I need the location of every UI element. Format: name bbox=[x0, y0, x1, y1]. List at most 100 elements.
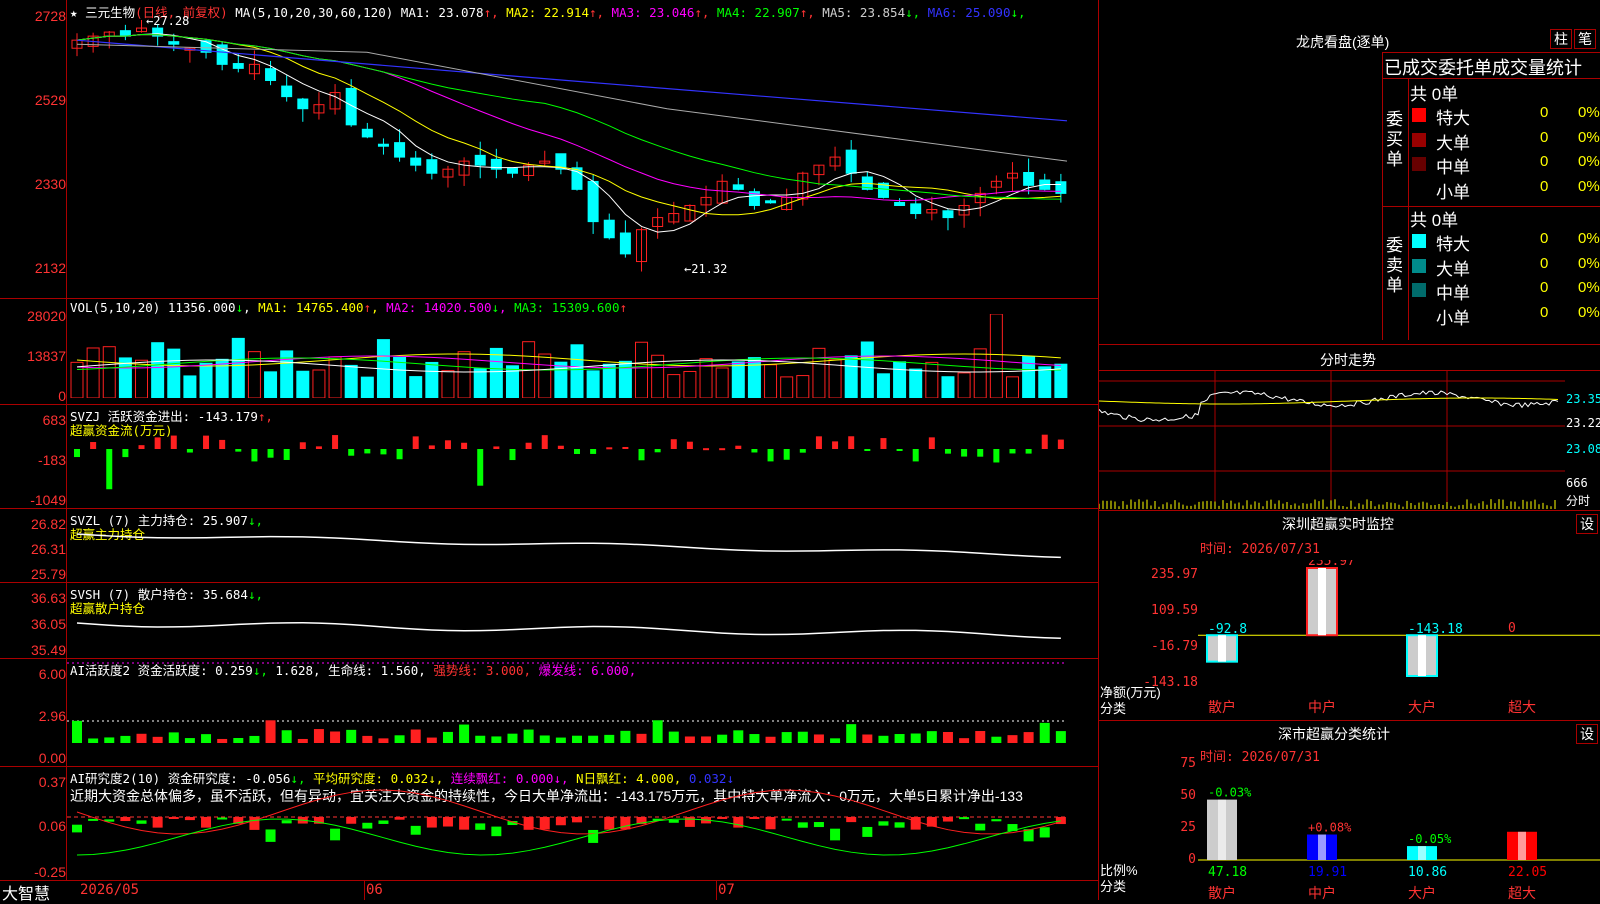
svzj-bar bbox=[90, 442, 97, 449]
ma-params: MA(5,10,20,30,60,120) bbox=[235, 5, 394, 20]
ai-research-chart[interactable] bbox=[67, 767, 1097, 880]
volume-bar bbox=[409, 376, 423, 398]
ai-active-bar bbox=[233, 738, 244, 743]
ai-active-chart[interactable] bbox=[67, 659, 1097, 766]
volume-bar bbox=[70, 361, 84, 398]
svsh-axis-2: 35.49 bbox=[30, 642, 66, 658]
ai-active-bar bbox=[1055, 731, 1066, 743]
bar-mode-button[interactable]: 柱 bbox=[1550, 29, 1572, 49]
sell-total: 共 0单 bbox=[1410, 211, 1459, 230]
monitor-settings-button[interactable]: 设 bbox=[1576, 514, 1598, 534]
candle-body bbox=[732, 184, 744, 190]
tick-mode-button[interactable]: 笔 bbox=[1574, 29, 1596, 49]
svzj-bar bbox=[799, 449, 806, 453]
ai-active-bar bbox=[394, 735, 405, 743]
ai-active-bar bbox=[346, 729, 357, 743]
monitor-chart[interactable]: -92.8 散户 235.97 中户 -143.18 大户 0 超大 bbox=[1198, 560, 1600, 720]
stock-name[interactable]: 三元生物 bbox=[85, 5, 135, 20]
volume-bar bbox=[780, 376, 794, 398]
volume-bar bbox=[909, 368, 923, 398]
sell-pct-0: 0% bbox=[1578, 230, 1600, 247]
ai-active-bar bbox=[588, 735, 599, 743]
ai-research-axis-0: 0.37 bbox=[38, 774, 66, 790]
candle-body bbox=[845, 149, 857, 174]
svzj-bar bbox=[928, 437, 935, 449]
candle-body bbox=[619, 232, 631, 255]
price-axis-2: 2330 bbox=[34, 176, 66, 192]
candle-body bbox=[587, 180, 599, 223]
svzj-bar bbox=[444, 440, 451, 449]
buy-value-3: 0 bbox=[1540, 177, 1549, 195]
stats-axis-2: 25 bbox=[1180, 820, 1196, 835]
svzl-axis-1: 26.31 bbox=[30, 541, 66, 557]
buy-label: 委买单 bbox=[1386, 110, 1403, 169]
volume-bar bbox=[570, 344, 584, 398]
intraday-chart[interactable] bbox=[1099, 371, 1565, 509]
monitor-bar-label-2: -143.18 bbox=[1408, 622, 1463, 637]
ai-research-bar bbox=[459, 817, 470, 830]
svzj-chart[interactable] bbox=[67, 405, 1097, 508]
stats-cat-0: 散户 bbox=[1208, 885, 1236, 900]
svzj-axis-1: -183 bbox=[37, 452, 66, 468]
ai-research-bar bbox=[265, 829, 276, 842]
ai-active-bar bbox=[572, 735, 582, 743]
candle-body bbox=[506, 167, 518, 174]
ai-research-bar bbox=[281, 820, 292, 824]
svsh-chart[interactable] bbox=[67, 583, 1097, 658]
buy-name-2: 中单 bbox=[1436, 158, 1470, 177]
brand-logo: 大智慧 bbox=[2, 886, 51, 903]
volume-chart[interactable] bbox=[67, 314, 1097, 398]
vol-axis-0: 28020 bbox=[27, 308, 66, 324]
svzj-bar bbox=[251, 449, 258, 462]
date-label-1: 06 bbox=[366, 882, 383, 898]
candle-body bbox=[1023, 171, 1035, 186]
svzj-bar bbox=[848, 436, 855, 449]
ma120-line bbox=[76, 39, 1068, 122]
ai-research-bar bbox=[330, 828, 341, 841]
ai-research-bar bbox=[620, 817, 631, 830]
sell-name-2: 中单 bbox=[1436, 284, 1470, 303]
svzj-bar bbox=[348, 449, 355, 456]
ai-research-bar bbox=[475, 823, 486, 830]
svzj-bar bbox=[815, 436, 822, 449]
svzj-bar bbox=[332, 435, 339, 449]
stats-chg-1: +0.08% bbox=[1308, 821, 1352, 835]
buy-pct-1: 0% bbox=[1578, 128, 1600, 146]
volume-bar bbox=[764, 364, 778, 398]
buy-swatch-0 bbox=[1412, 108, 1426, 122]
intraday-axis-1: 23.22 bbox=[1566, 416, 1600, 430]
ai-active-bar bbox=[168, 732, 179, 743]
stats-chart[interactable]: -0.03% 47.18 散户 +0.08% 19.91 中户 -0.05% 10.86 大户 2… bbox=[1198, 760, 1600, 900]
candle-body bbox=[394, 142, 406, 158]
candlestick-chart[interactable] bbox=[67, 20, 1097, 298]
stats-bar-shine-2 bbox=[1418, 846, 1426, 860]
ai-research-bar bbox=[217, 817, 228, 820]
volume-bar bbox=[957, 372, 971, 398]
ai-research-bar bbox=[1039, 827, 1050, 838]
svzj-bar bbox=[606, 447, 613, 450]
buy-total: 共 0单 bbox=[1410, 85, 1459, 104]
stats-value-3: 22.05 bbox=[1508, 865, 1547, 880]
volume-bar bbox=[360, 376, 374, 398]
svzl-chart[interactable] bbox=[67, 509, 1097, 582]
ai-active-bar bbox=[72, 720, 82, 743]
ai-active-bar bbox=[104, 737, 115, 743]
svzj-bar bbox=[880, 438, 887, 449]
svzj-bar bbox=[299, 442, 306, 449]
svzj-axis-2: -1049 bbox=[30, 492, 66, 508]
ma-header: ★ 三元生物(日线, 前复权) MA(5,10,20,30,60,120) MA… bbox=[70, 2, 1026, 21]
ai-research-bar bbox=[152, 817, 163, 828]
ai-active-bar bbox=[120, 735, 131, 743]
volume-bar bbox=[102, 346, 116, 398]
ai-research-bar bbox=[830, 828, 841, 841]
ai-active-bar bbox=[636, 733, 647, 743]
ai-research-bar bbox=[442, 817, 453, 827]
price-axis-0: 2728 bbox=[34, 8, 66, 24]
stats-settings-button[interactable]: 设 bbox=[1576, 724, 1598, 744]
ai-research-bar bbox=[378, 820, 389, 824]
stats-axis-3: 0 bbox=[1188, 852, 1196, 867]
ai-active-bar bbox=[1039, 722, 1050, 743]
svzj-bar bbox=[751, 449, 758, 453]
sell-swatch-1 bbox=[1412, 258, 1426, 273]
ai-active-bar bbox=[878, 735, 889, 743]
